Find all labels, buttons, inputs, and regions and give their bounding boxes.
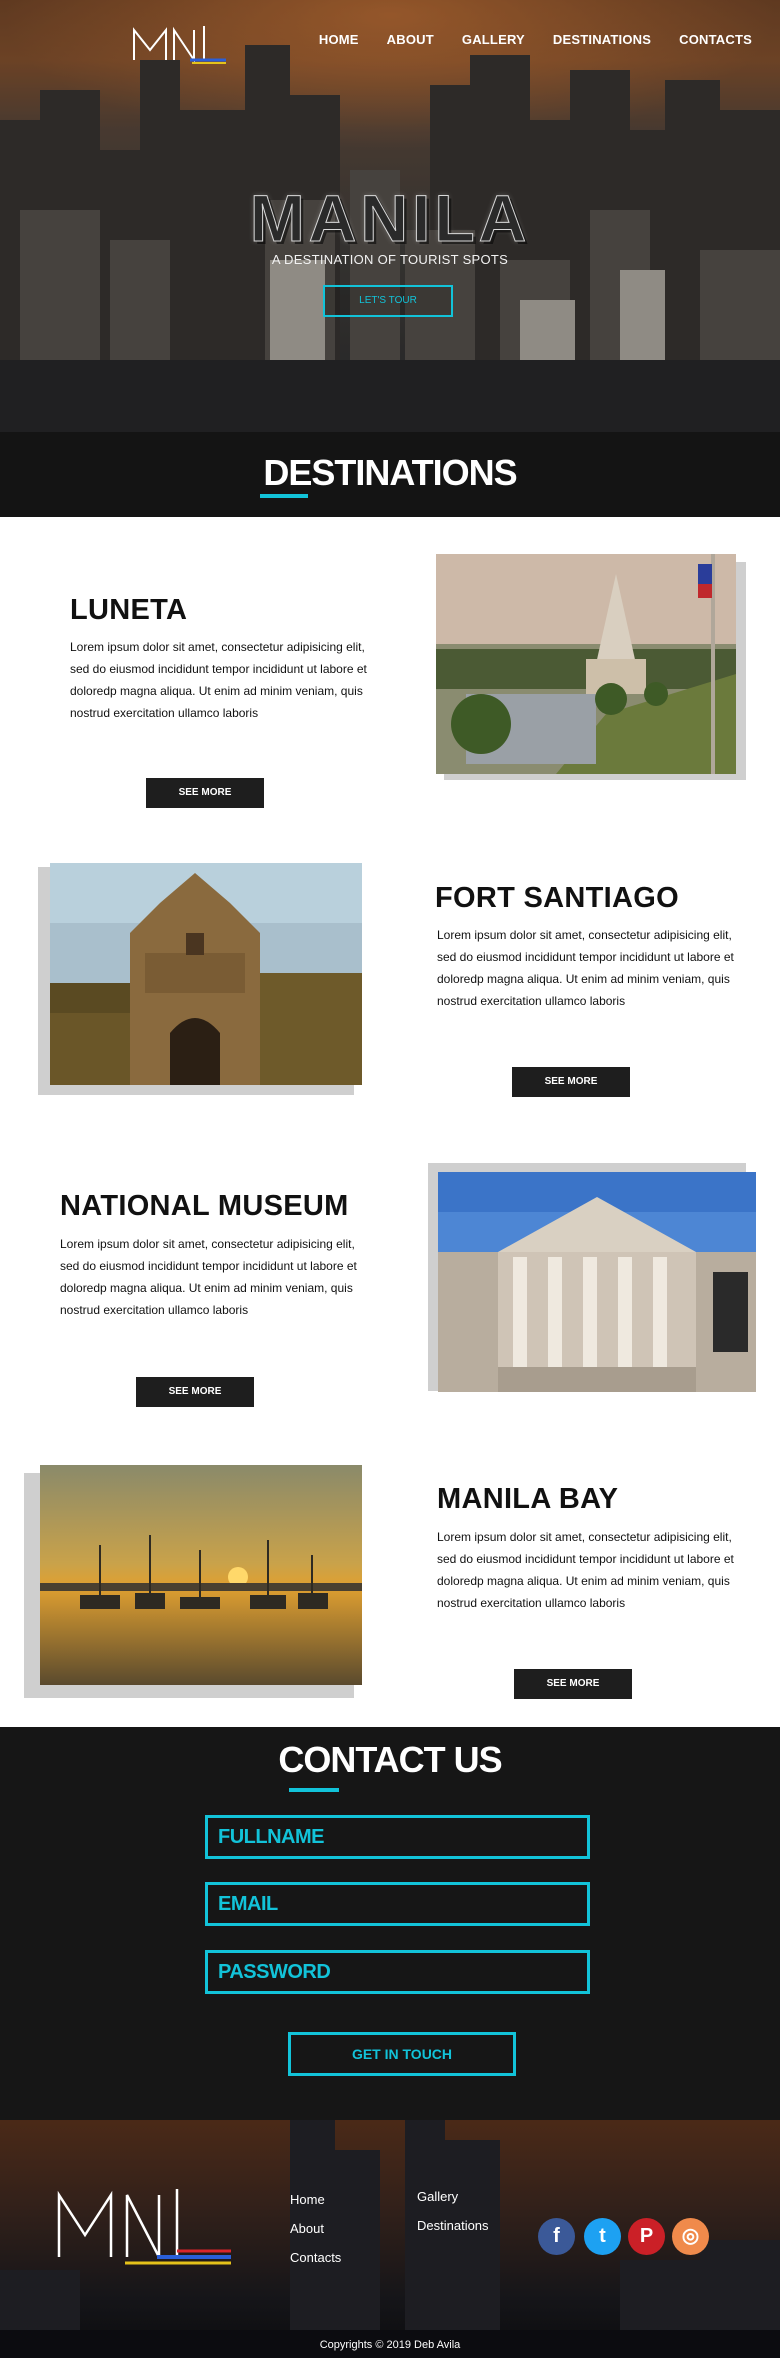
- email-field[interactable]: EMAIL: [205, 1882, 590, 1926]
- manila-bay-photo: [40, 1465, 362, 1685]
- footer-link-gallery[interactable]: Gallery: [417, 2182, 489, 2211]
- destination-title: FORT SANTIAGO: [435, 882, 679, 914]
- contact-underline: [289, 1788, 339, 1792]
- destination-description: Lorem ipsum dolor sit amet, consectetur …: [437, 928, 734, 1008]
- nav-about[interactable]: ABOUT: [387, 32, 434, 47]
- footer-link-contacts[interactable]: Contacts: [290, 2243, 341, 2272]
- national-museum-photo: [438, 1172, 756, 1392]
- site-logo[interactable]: [130, 22, 230, 66]
- destination-description: Lorem ipsum dolor sit amet, consectetur …: [60, 1237, 357, 1317]
- twitter-icon[interactable]: t: [584, 2218, 621, 2255]
- destination-national-museum: NATIONAL MUSEUM Lorem ipsum dolor sit am…: [0, 1117, 780, 1417]
- destinations-heading: DESTINATIONS: [263, 452, 517, 493]
- pinterest-icon[interactable]: P: [628, 2218, 665, 2255]
- footer-links-col1: Home About Contacts: [290, 2185, 341, 2272]
- nav-home[interactable]: HOME: [319, 32, 359, 47]
- password-field[interactable]: PASSWORD: [205, 1950, 590, 1994]
- contact-heading: CONTACT US: [278, 1739, 502, 1780]
- destination-title: MANILA BAY: [437, 1483, 619, 1515]
- see-more-button[interactable]: SEE MORE: [514, 1669, 632, 1699]
- footer-link-home[interactable]: Home: [290, 2185, 341, 2214]
- footer: Home About Contacts Gallery Destinations…: [0, 2120, 780, 2358]
- destination-manila-bay: MANILA BAY Lorem ipsum dolor sit amet, c…: [0, 1417, 780, 1727]
- fullname-field[interactable]: FULLNAME: [205, 1815, 590, 1859]
- nav-contacts[interactable]: CONTACTS: [679, 32, 752, 47]
- destination-fort-santiago: FORT SANTIAGO Lorem ipsum dolor sit amet…: [0, 817, 780, 1117]
- see-more-button[interactable]: SEE MORE: [146, 778, 264, 808]
- destinations-header: DESTINATIONS: [0, 432, 780, 517]
- fort-santiago-photo: [50, 863, 362, 1085]
- destination-title: NATIONAL MUSEUM: [60, 1190, 349, 1222]
- main-nav: HOME ABOUT GALLERY DESTINATIONS CONTACTS: [291, 32, 752, 47]
- facebook-icon[interactable]: f: [538, 2218, 575, 2255]
- destination-title: LUNETA: [70, 594, 188, 626]
- see-more-button[interactable]: SEE MORE: [512, 1067, 630, 1097]
- instagram-icon[interactable]: ◎: [672, 2218, 709, 2255]
- contact-section: CONTACT US FULLNAME EMAIL PASSWORD GET I…: [0, 1727, 780, 2120]
- footer-links-col2: Gallery Destinations: [417, 2182, 489, 2240]
- copyright-text: Copyrights © 2019 Deb Avila: [319, 2339, 461, 2351]
- hero-section: HOME ABOUT GALLERY DESTINATIONS CONTACTS…: [0, 0, 780, 432]
- footer-logo[interactable]: [55, 2185, 235, 2269]
- see-more-button[interactable]: SEE MORE: [136, 1377, 254, 1407]
- luneta-photo: [436, 554, 736, 774]
- heading-underline: [260, 494, 308, 498]
- destination-luneta: LUNETA Lorem ipsum dolor sit amet, conse…: [0, 517, 780, 817]
- nav-destinations[interactable]: DESTINATIONS: [553, 32, 651, 47]
- hero-title: MANILA: [249, 181, 531, 256]
- destination-description: Lorem ipsum dolor sit amet, consectetur …: [70, 640, 367, 720]
- hero-subtitle: A DESTINATION OF TOURIST SPOTS: [271, 252, 509, 267]
- nav-gallery[interactable]: GALLERY: [462, 32, 525, 47]
- footer-link-destinations[interactable]: Destinations: [417, 2211, 489, 2240]
- get-in-touch-button[interactable]: GET IN TOUCH: [288, 2032, 516, 2076]
- footer-link-about[interactable]: About: [290, 2214, 341, 2243]
- lets-tour-button[interactable]: LET'S TOUR: [323, 285, 453, 317]
- destination-description: Lorem ipsum dolor sit amet, consectetur …: [437, 1530, 734, 1610]
